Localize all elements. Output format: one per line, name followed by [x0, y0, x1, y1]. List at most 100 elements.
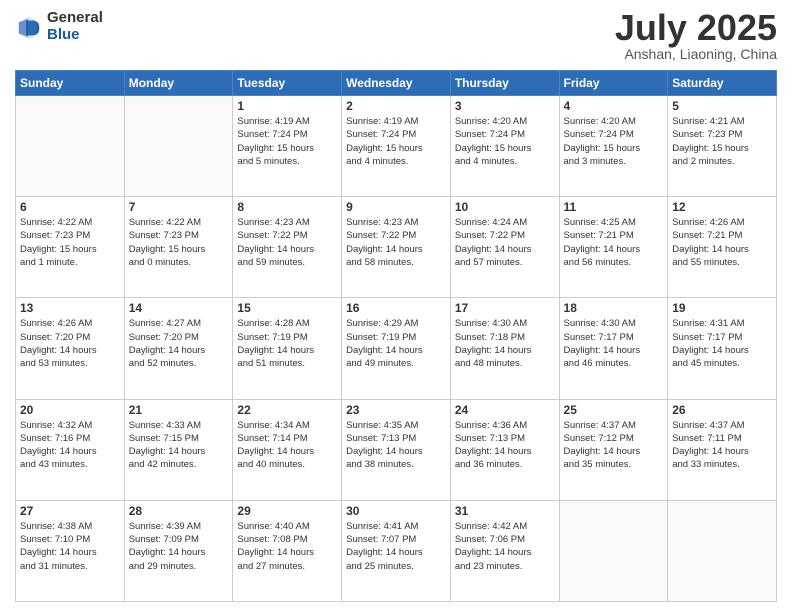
title-location: Anshan, Liaoning, China	[615, 46, 777, 62]
header: General Blue July 2025 Anshan, Liaoning,…	[15, 10, 777, 62]
calendar-cell: 1 Sunrise: 4:19 AMSunset: 7:24 PMDaylight…	[233, 96, 342, 197]
day-number: 10	[455, 200, 555, 214]
calendar-cell: 12Sunrise: 4:26 AMSunset: 7:21 PMDayligh…	[668, 197, 777, 298]
day-info: Sunrise: 4:36 AMSunset: 7:13 PMDaylight:…	[455, 419, 555, 472]
calendar-cell: 9Sunrise: 4:23 AMSunset: 7:22 PMDaylight…	[342, 197, 451, 298]
day-number: 8	[237, 200, 337, 214]
day-info: Sunrise: 4:40 AMSunset: 7:08 PMDaylight:…	[237, 520, 337, 573]
calendar-cell: 23 Sunrise: 4:35 AMSunset: 7:13 PMDayligh…	[342, 399, 451, 500]
header-wednesday: Wednesday	[342, 71, 451, 96]
calendar-cell: 18Sunrise: 4:30 AMSunset: 7:17 PMDayligh…	[559, 298, 668, 399]
day-number: 14	[129, 301, 229, 315]
day-number: 2	[346, 99, 446, 113]
day-number: 25	[564, 403, 664, 417]
page: General Blue July 2025 Anshan, Liaoning,…	[0, 0, 792, 612]
day-info: Sunrise: 4:22 AMSunset: 7:23 PMDaylight:…	[129, 216, 229, 269]
calendar-cell: 16 Sunrise: 4:29 AMSunset: 7:19 PMDayligh…	[342, 298, 451, 399]
day-info: Sunrise: 4:26 AMSunset: 7:20 PMDaylight:…	[20, 317, 120, 370]
day-number: 26	[672, 403, 772, 417]
calendar-week-4: 20Sunrise: 4:32 AMSunset: 7:16 PMDayligh…	[16, 399, 777, 500]
calendar-cell: 14 Sunrise: 4:27 AMSunset: 7:20 PMDayligh…	[124, 298, 233, 399]
day-number: 16	[346, 301, 446, 315]
day-info: Sunrise: 4:26 AMSunset: 7:21 PMDaylight:…	[672, 216, 772, 269]
calendar-cell: 24 Sunrise: 4:36 AMSunset: 7:13 PMDayligh…	[450, 399, 559, 500]
day-info: Sunrise: 4:34 AMSunset: 7:14 PMDaylight:…	[237, 419, 337, 472]
header-sunday: Sunday	[16, 71, 125, 96]
day-number: 28	[129, 504, 229, 518]
day-info: Sunrise: 4:28 AMSunset: 7:19 PMDaylight:…	[237, 317, 337, 370]
day-number: 21	[129, 403, 229, 417]
logo-text: General Blue	[47, 10, 103, 43]
calendar-cell: 28 Sunrise: 4:39 AMSunset: 7:09 PMDayligh…	[124, 500, 233, 601]
day-number: 7	[129, 200, 229, 214]
calendar-cell: 20Sunrise: 4:32 AMSunset: 7:16 PMDayligh…	[16, 399, 125, 500]
day-number: 1	[237, 99, 337, 113]
calendar-week-2: 6 Sunrise: 4:22 AMSunset: 7:23 PMDaylight…	[16, 197, 777, 298]
day-number: 23	[346, 403, 446, 417]
calendar-cell: 25Sunrise: 4:37 AMSunset: 7:12 PMDayligh…	[559, 399, 668, 500]
calendar-cell: 13 Sunrise: 4:26 AMSunset: 7:20 PMDayligh…	[16, 298, 125, 399]
logo-icon	[15, 13, 43, 41]
calendar-week-5: 27 Sunrise: 4:38 AMSunset: 7:10 PMDayligh…	[16, 500, 777, 601]
logo: General Blue	[15, 10, 103, 43]
calendar-cell: 3 Sunrise: 4:20 AMSunset: 7:24 PMDaylight…	[450, 96, 559, 197]
title-month: July 2025	[615, 10, 777, 46]
day-info: Sunrise: 4:33 AMSunset: 7:15 PMDaylight:…	[129, 419, 229, 472]
day-info: Sunrise: 4:20 AMSunset: 7:24 PMDaylight:…	[564, 115, 664, 168]
logo-general-text: General	[47, 10, 103, 27]
day-info: Sunrise: 4:23 AMSunset: 7:22 PMDaylight:…	[237, 216, 337, 269]
header-monday: Monday	[124, 71, 233, 96]
header-saturday: Saturday	[668, 71, 777, 96]
calendar-cell	[124, 96, 233, 197]
day-info: Sunrise: 4:39 AMSunset: 7:09 PMDaylight:…	[129, 520, 229, 573]
day-info: Sunrise: 4:19 AMSunset: 7:24 PMDaylight:…	[237, 115, 337, 168]
day-number: 13	[20, 301, 120, 315]
calendar-cell: 15 Sunrise: 4:28 AMSunset: 7:19 PMDayligh…	[233, 298, 342, 399]
day-info: Sunrise: 4:38 AMSunset: 7:10 PMDaylight:…	[20, 520, 120, 573]
calendar-cell: 8 Sunrise: 4:23 AMSunset: 7:22 PMDaylight…	[233, 197, 342, 298]
day-number: 24	[455, 403, 555, 417]
day-info: Sunrise: 4:30 AMSunset: 7:17 PMDaylight:…	[564, 317, 664, 370]
calendar-cell: 31Sunrise: 4:42 AMSunset: 7:06 PMDayligh…	[450, 500, 559, 601]
day-info: Sunrise: 4:25 AMSunset: 7:21 PMDaylight:…	[564, 216, 664, 269]
calendar-cell: 30 Sunrise: 4:41 AMSunset: 7:07 PMDayligh…	[342, 500, 451, 601]
day-info: Sunrise: 4:27 AMSunset: 7:20 PMDaylight:…	[129, 317, 229, 370]
day-number: 3	[455, 99, 555, 113]
calendar-cell: 2 Sunrise: 4:19 AMSunset: 7:24 PMDaylight…	[342, 96, 451, 197]
day-info: Sunrise: 4:35 AMSunset: 7:13 PMDaylight:…	[346, 419, 446, 472]
day-info: Sunrise: 4:21 AMSunset: 7:23 PMDaylight:…	[672, 115, 772, 168]
day-info: Sunrise: 4:30 AMSunset: 7:18 PMDaylight:…	[455, 317, 555, 370]
day-number: 27	[20, 504, 120, 518]
weekday-header-row: Sunday Monday Tuesday Wednesday Thursday…	[16, 71, 777, 96]
day-number: 5	[672, 99, 772, 113]
day-number: 22	[237, 403, 337, 417]
calendar-cell: 11 Sunrise: 4:25 AMSunset: 7:21 PMDayligh…	[559, 197, 668, 298]
calendar-cell: 17 Sunrise: 4:30 AMSunset: 7:18 PMDayligh…	[450, 298, 559, 399]
header-tuesday: Tuesday	[233, 71, 342, 96]
title-block: July 2025 Anshan, Liaoning, China	[615, 10, 777, 62]
calendar-cell	[16, 96, 125, 197]
day-number: 17	[455, 301, 555, 315]
header-friday: Friday	[559, 71, 668, 96]
calendar-cell: 7 Sunrise: 4:22 AMSunset: 7:23 PMDaylight…	[124, 197, 233, 298]
day-number: 30	[346, 504, 446, 518]
day-info: Sunrise: 4:20 AMSunset: 7:24 PMDaylight:…	[455, 115, 555, 168]
day-info: Sunrise: 4:29 AMSunset: 7:19 PMDaylight:…	[346, 317, 446, 370]
day-info: Sunrise: 4:24 AMSunset: 7:22 PMDaylight:…	[455, 216, 555, 269]
day-number: 6	[20, 200, 120, 214]
calendar-week-1: 1 Sunrise: 4:19 AMSunset: 7:24 PMDaylight…	[16, 96, 777, 197]
calendar-cell: 22 Sunrise: 4:34 AMSunset: 7:14 PMDayligh…	[233, 399, 342, 500]
day-number: 4	[564, 99, 664, 113]
day-number: 19	[672, 301, 772, 315]
day-info: Sunrise: 4:22 AMSunset: 7:23 PMDaylight:…	[20, 216, 120, 269]
calendar-cell: 5 Sunrise: 4:21 AMSunset: 7:23 PMDaylight…	[668, 96, 777, 197]
day-info: Sunrise: 4:19 AMSunset: 7:24 PMDaylight:…	[346, 115, 446, 168]
calendar-cell	[559, 500, 668, 601]
day-number: 20	[20, 403, 120, 417]
day-number: 11	[564, 200, 664, 214]
calendar-week-3: 13 Sunrise: 4:26 AMSunset: 7:20 PMDayligh…	[16, 298, 777, 399]
day-info: Sunrise: 4:41 AMSunset: 7:07 PMDaylight:…	[346, 520, 446, 573]
day-info: Sunrise: 4:31 AMSunset: 7:17 PMDaylight:…	[672, 317, 772, 370]
day-number: 15	[237, 301, 337, 315]
calendar-cell: 10 Sunrise: 4:24 AMSunset: 7:22 PMDayligh…	[450, 197, 559, 298]
